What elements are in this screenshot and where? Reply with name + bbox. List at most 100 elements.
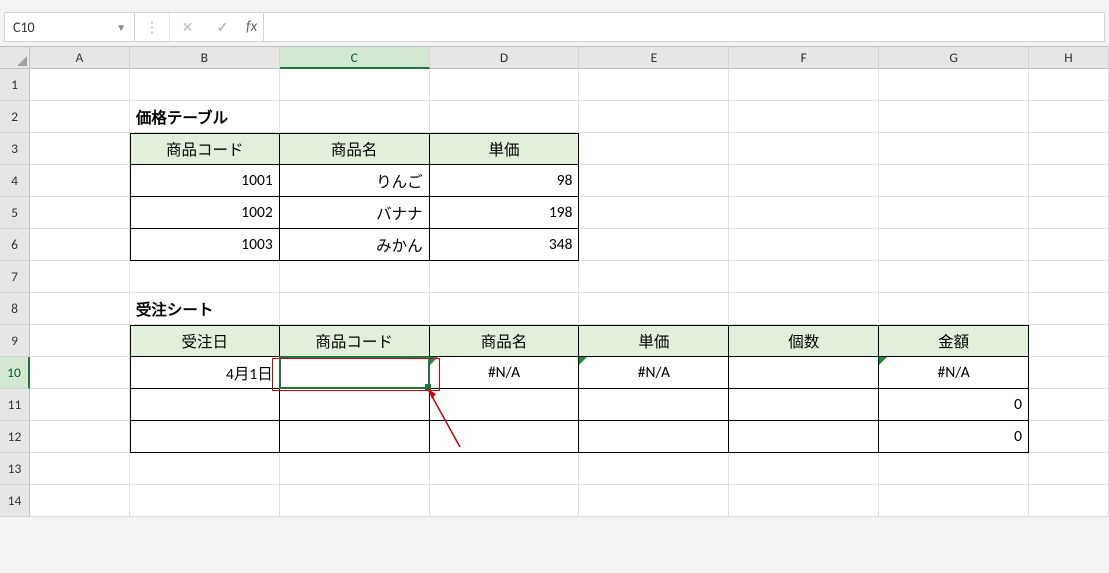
- cell[interactable]: [30, 229, 130, 261]
- cell[interactable]: [1029, 485, 1109, 517]
- order-header-qty[interactable]: 個数: [729, 325, 879, 357]
- cell[interactable]: [130, 485, 280, 517]
- table-row[interactable]: 98: [430, 165, 580, 197]
- cell[interactable]: [879, 133, 1029, 165]
- cell[interactable]: [729, 485, 879, 517]
- cell[interactable]: [280, 485, 430, 517]
- cell[interactable]: [579, 261, 729, 293]
- cell[interactable]: [729, 197, 879, 229]
- row-header[interactable]: 6: [0, 229, 30, 261]
- row-header[interactable]: 1: [0, 69, 30, 101]
- cell[interactable]: [879, 165, 1029, 197]
- table-row[interactable]: りんご: [280, 165, 430, 197]
- cell[interactable]: [1029, 165, 1109, 197]
- row-header[interactable]: 13: [0, 453, 30, 485]
- selected-cell[interactable]: [280, 357, 430, 389]
- cell[interactable]: [1029, 197, 1109, 229]
- cell[interactable]: [1029, 69, 1109, 101]
- cell[interactable]: [579, 165, 729, 197]
- table-row[interactable]: 0: [879, 389, 1029, 421]
- table-row[interactable]: 1002: [130, 197, 280, 229]
- table-row[interactable]: 348: [430, 229, 580, 261]
- price-header-name[interactable]: 商品名: [280, 133, 430, 165]
- row-header[interactable]: 14: [0, 485, 30, 517]
- order-header-name[interactable]: 商品名: [430, 325, 580, 357]
- table-row[interactable]: [280, 389, 430, 421]
- row-header[interactable]: 5: [0, 197, 30, 229]
- cell[interactable]: [1029, 101, 1109, 133]
- cell[interactable]: [579, 101, 729, 133]
- cell[interactable]: [729, 293, 879, 325]
- row-header[interactable]: 4: [0, 165, 30, 197]
- cell[interactable]: [30, 325, 130, 357]
- cell[interactable]: [579, 197, 729, 229]
- table-row[interactable]: #N/A: [879, 357, 1029, 389]
- col-header-c[interactable]: C: [280, 47, 430, 69]
- price-header-unit[interactable]: 単価: [430, 133, 580, 165]
- cell[interactable]: [729, 69, 879, 101]
- cell[interactable]: [1029, 229, 1109, 261]
- table-row[interactable]: [579, 421, 729, 453]
- cell[interactable]: [1029, 357, 1109, 389]
- cell[interactable]: [30, 101, 130, 133]
- col-header-f[interactable]: F: [729, 47, 879, 69]
- cell[interactable]: [1029, 293, 1109, 325]
- cell[interactable]: [579, 453, 729, 485]
- cell[interactable]: [430, 485, 580, 517]
- row-header[interactable]: 2: [0, 101, 30, 133]
- col-header-d[interactable]: D: [430, 47, 580, 69]
- cell[interactable]: [130, 453, 280, 485]
- cell[interactable]: [30, 69, 130, 101]
- cell[interactable]: [1029, 389, 1109, 421]
- cell[interactable]: [879, 261, 1029, 293]
- cell[interactable]: [30, 165, 130, 197]
- row-header[interactable]: 3: [0, 133, 30, 165]
- col-header-g[interactable]: G: [879, 47, 1029, 69]
- col-header-b[interactable]: B: [130, 47, 280, 69]
- col-header-a[interactable]: A: [30, 47, 130, 69]
- cell[interactable]: [579, 485, 729, 517]
- cell[interactable]: [30, 261, 130, 293]
- cell[interactable]: [30, 421, 130, 453]
- cell[interactable]: [1029, 325, 1109, 357]
- cell[interactable]: [1029, 453, 1109, 485]
- order-header-date[interactable]: 受注日: [130, 325, 280, 357]
- table-row[interactable]: [729, 389, 879, 421]
- table-row[interactable]: [729, 421, 879, 453]
- cell[interactable]: [1029, 261, 1109, 293]
- cell[interactable]: [280, 453, 430, 485]
- cell[interactable]: [879, 229, 1029, 261]
- name-box[interactable]: C10 ▼: [5, 13, 135, 41]
- cell[interactable]: [280, 293, 430, 325]
- table-row[interactable]: [579, 389, 729, 421]
- col-header-h[interactable]: H: [1029, 47, 1109, 69]
- cell[interactable]: [30, 485, 130, 517]
- table-row[interactable]: バナナ: [280, 197, 430, 229]
- price-header-code[interactable]: 商品コード: [130, 133, 280, 165]
- table-row[interactable]: [130, 389, 280, 421]
- cell[interactable]: [879, 69, 1029, 101]
- table-row[interactable]: #N/A: [579, 357, 729, 389]
- cell[interactable]: [430, 261, 580, 293]
- table-row[interactable]: 198: [430, 197, 580, 229]
- cell[interactable]: [30, 133, 130, 165]
- cell[interactable]: [579, 69, 729, 101]
- row-header[interactable]: 12: [0, 421, 30, 453]
- cell[interactable]: [30, 357, 130, 389]
- cell[interactable]: [879, 101, 1029, 133]
- row-header[interactable]: 9: [0, 325, 30, 357]
- cell[interactable]: [879, 485, 1029, 517]
- cell[interactable]: [30, 389, 130, 421]
- table-row[interactable]: [130, 421, 280, 453]
- order-header-code[interactable]: 商品コード: [280, 325, 430, 357]
- cell[interactable]: [280, 261, 430, 293]
- cell[interactable]: [729, 453, 879, 485]
- cell[interactable]: [430, 293, 580, 325]
- table-row[interactable]: 4月1日: [130, 357, 280, 389]
- col-header-e[interactable]: E: [579, 47, 729, 69]
- cell[interactable]: [579, 133, 729, 165]
- cell[interactable]: [1029, 133, 1109, 165]
- cell[interactable]: [879, 453, 1029, 485]
- table-row[interactable]: 1001: [130, 165, 280, 197]
- table-row[interactable]: みかん: [280, 229, 430, 261]
